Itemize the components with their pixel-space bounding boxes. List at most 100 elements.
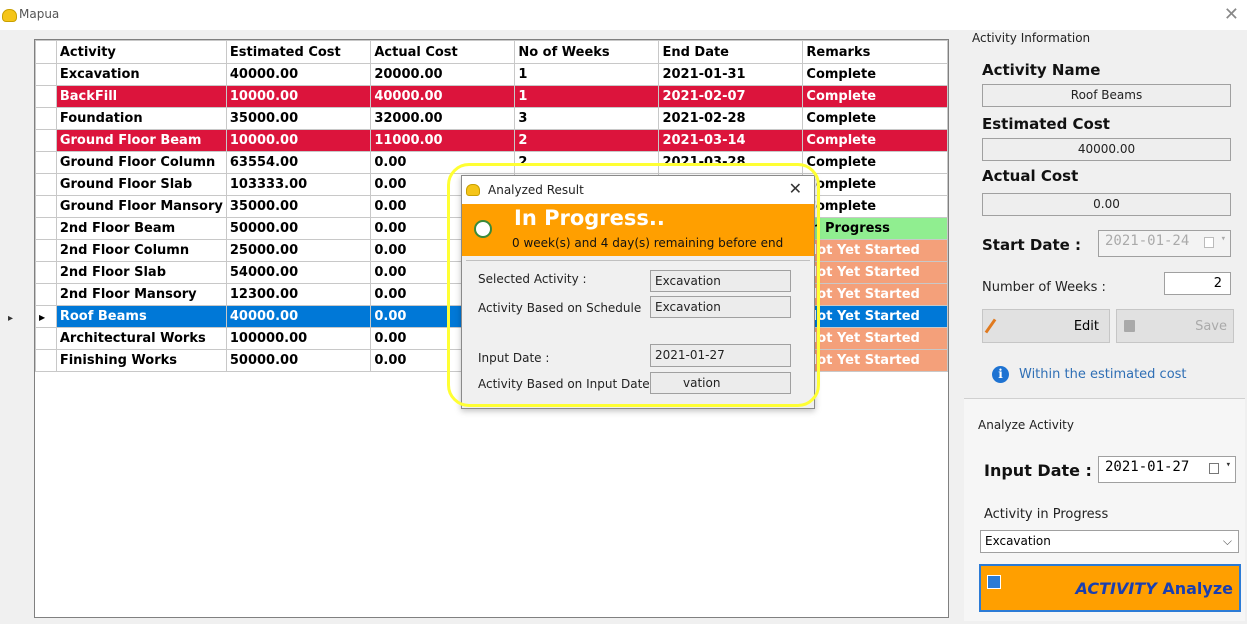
table-cell-est[interactable]: 50000.00	[225, 349, 372, 372]
table-cell-remarks[interactable]: Complete	[802, 107, 948, 130]
table-cell-remarks[interactable]: Not Yet Started	[802, 239, 948, 262]
input-date-picker[interactable]: 2021-01-27 ▾	[1098, 456, 1236, 483]
estimated-cost-field[interactable]: 40000.00	[982, 138, 1231, 161]
number-of-weeks-input[interactable]: 2	[1164, 272, 1231, 295]
row-selector[interactable]	[35, 173, 57, 196]
table-cell-end[interactable]: 2021-03-14	[658, 129, 804, 152]
table-cell-remarks[interactable]: Not Yet Started	[802, 327, 948, 350]
table-cell-act[interactable]: 11000.00	[370, 129, 516, 152]
row-selector[interactable]	[35, 195, 57, 218]
table-cell-activity[interactable]: Excavation	[55, 63, 227, 86]
table-row[interactable]: Foundation 35000.00 32000.00 3 2021-02-28 Com…	[35, 107, 948, 130]
table-cell-remarks[interactable]: Complete	[802, 195, 948, 218]
table-cell-remarks[interactable]: Complete	[802, 63, 948, 86]
table-cell-act[interactable]: 20000.00	[370, 63, 516, 86]
row-selector[interactable]	[35, 63, 57, 86]
table-cell-activity[interactable]: Ground Floor Slab	[55, 173, 227, 196]
activity-analyze-button[interactable]: ACTIVITY Analyze	[979, 564, 1241, 612]
table-cell-est[interactable]: 54000.00	[225, 261, 372, 284]
table-cell-act[interactable]: 40000.00	[370, 85, 516, 108]
activity-in-progress-select[interactable]: Excavation ⌵	[980, 530, 1239, 553]
row-selector[interactable]: ▶	[35, 305, 57, 328]
row-selector[interactable]	[35, 349, 57, 372]
table-cell-est[interactable]: 10000.00	[225, 85, 372, 108]
schedule-activity-field[interactable]: Excavation	[650, 296, 791, 318]
column-header[interactable]: Estimated Cost	[225, 40, 372, 64]
table-cell-est[interactable]: 35000.00	[225, 195, 372, 218]
table-row[interactable]: Ground Floor Column 63554.00 0.00 2 2021-03-…	[35, 151, 948, 174]
table-cell-remarks[interactable]: Not Yet Started	[802, 349, 948, 372]
table-cell-remarks[interactable]: Complete	[802, 151, 948, 174]
row-selector[interactable]	[35, 261, 57, 284]
dialog-close-icon[interactable]: ✕	[789, 179, 802, 198]
save-button[interactable]: Save	[1116, 309, 1234, 343]
row-selector[interactable]	[35, 107, 57, 130]
table-cell-remarks[interactable]: Not Yet Started	[802, 305, 948, 328]
table-cell-remarks[interactable]: Not Yet Started	[802, 261, 948, 284]
table-cell-est[interactable]: 40000.00	[225, 305, 372, 328]
column-header[interactable]: Remarks	[802, 40, 948, 64]
table-row[interactable]: Excavation 40000.00 20000.00 1 2021-01-31 Com…	[35, 63, 948, 86]
table-cell-est[interactable]: 12300.00	[225, 283, 372, 306]
column-header[interactable]: No of Weeks	[514, 40, 660, 64]
table-row[interactable]: Ground Floor Beam 10000.00 11000.00 2 2021-0…	[35, 129, 948, 152]
table-cell-est[interactable]: 50000.00	[225, 217, 372, 240]
table-cell-activity[interactable]: Architectural Works	[55, 327, 227, 350]
row-selector[interactable]	[35, 239, 57, 262]
table-cell-est[interactable]: 103333.00	[225, 173, 372, 196]
table-cell-est[interactable]: 63554.00	[225, 151, 372, 174]
table-cell-activity[interactable]: Ground Floor Mansory	[55, 195, 227, 218]
table-cell-end[interactable]: 2021-01-31	[658, 63, 804, 86]
table-cell-activity[interactable]: 2nd Floor Column	[55, 239, 227, 262]
actual-cost-field[interactable]: 0.00	[982, 193, 1231, 216]
column-header[interactable]: Actual Cost	[370, 40, 516, 64]
table-cell-est[interactable]: 35000.00	[225, 107, 372, 130]
row-selector[interactable]	[35, 283, 57, 306]
table-cell-end[interactable]: 2021-02-28	[658, 107, 804, 130]
table-cell-activity[interactable]: Finishing Works	[55, 349, 227, 372]
table-cell-weeks[interactable]: 1	[514, 63, 660, 86]
table-cell-activity[interactable]: 2nd Floor Mansory	[55, 283, 227, 306]
row-selector[interactable]	[35, 151, 57, 174]
column-header[interactable]: Activity	[55, 40, 227, 64]
table-cell-remarks[interactable]: Not Yet Started	[802, 283, 948, 306]
table-cell-remarks[interactable]: Complete	[802, 173, 948, 196]
input-date-activity-field[interactable]: vation	[650, 372, 791, 394]
table-cell-activity[interactable]: 2nd Floor Slab	[55, 261, 227, 284]
table-cell-weeks[interactable]: 2	[514, 129, 660, 152]
column-header[interactable]: End Date	[658, 40, 804, 64]
table-cell-remarks[interactable]: In Progress	[802, 217, 948, 240]
table-cell-activity[interactable]: Ground Floor Beam	[55, 129, 227, 152]
row-selector[interactable]	[35, 217, 57, 240]
table-cell-remarks[interactable]: Complete	[802, 85, 948, 108]
table-cell-act[interactable]: 0.00	[370, 151, 516, 174]
save-button-label: Save	[1195, 319, 1227, 334]
row-selector[interactable]	[35, 327, 57, 350]
edit-button[interactable]: Edit	[982, 309, 1110, 343]
table-cell-remarks[interactable]: Complete	[802, 129, 948, 152]
table-cell-activity[interactable]: BackFill	[55, 85, 227, 108]
table-cell-est[interactable]: 40000.00	[225, 63, 372, 86]
table-row[interactable]: BackFill 10000.00 40000.00 1 2021-02-07 Compl…	[35, 85, 948, 108]
row-selector[interactable]	[35, 85, 57, 108]
row-selector[interactable]	[35, 129, 57, 152]
table-cell-est[interactable]: 25000.00	[225, 239, 372, 262]
table-cell-end[interactable]: 2021-03-28	[658, 151, 804, 174]
table-cell-activity[interactable]: 2nd Floor Beam	[55, 217, 227, 240]
table-cell-activity[interactable]: Roof Beams	[55, 305, 227, 328]
table-cell-weeks[interactable]: 2	[514, 151, 660, 174]
table-cell-activity[interactable]: Foundation	[55, 107, 227, 130]
table-cell-act[interactable]: 32000.00	[370, 107, 516, 130]
table-cell-end[interactable]: 2021-02-07	[658, 85, 804, 108]
activity-name-field[interactable]: Roof Beams	[982, 84, 1231, 107]
start-date-picker[interactable]: 2021-01-24 ▾	[1098, 230, 1231, 257]
table-cell-weeks[interactable]: 3	[514, 107, 660, 130]
table-cell-est[interactable]: 100000.00	[225, 327, 372, 350]
selected-activity-field[interactable]: Excavation	[650, 270, 791, 292]
dialog-input-date-field[interactable]: 2021-01-27	[650, 344, 791, 367]
table-cell-est[interactable]: 10000.00	[225, 129, 372, 152]
table-cell-activity[interactable]: Ground Floor Column	[55, 151, 227, 174]
table-cell-weeks[interactable]: 1	[514, 85, 660, 108]
window-close-icon[interactable]: ✕	[1224, 4, 1239, 25]
input-date-value: 2021-01-27	[1105, 459, 1190, 475]
